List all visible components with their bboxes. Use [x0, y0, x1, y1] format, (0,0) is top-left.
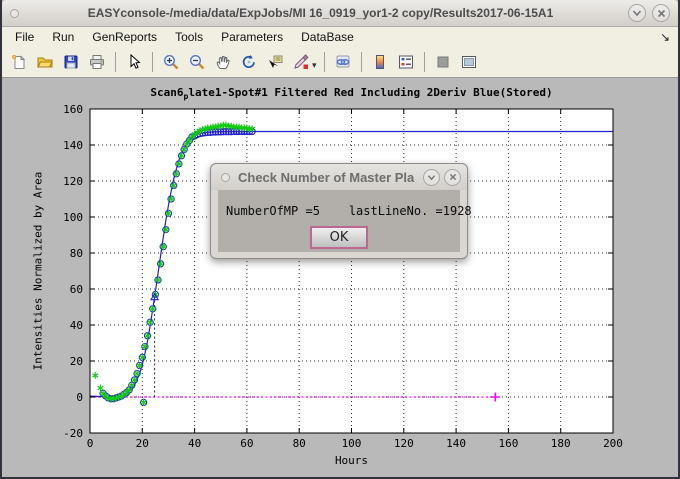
brush-data-button[interactable]	[289, 50, 313, 74]
brush-icon	[293, 54, 309, 70]
print-figure-button[interactable]	[85, 50, 109, 74]
toolbar-separator	[115, 52, 116, 72]
edit-plot-button[interactable]	[122, 50, 146, 74]
menu-tools[interactable]: Tools	[166, 28, 212, 46]
menubar: FileRunGenReportsToolsParametersDataBase…	[2, 27, 678, 47]
pan-button[interactable]	[211, 50, 235, 74]
dialog-title: Check Number of Master Pla	[238, 170, 419, 185]
dialog-shade-button[interactable]	[423, 169, 440, 186]
x-tick-label: 20	[136, 437, 149, 450]
save-icon	[63, 54, 79, 70]
x-axis-label: Hours	[90, 454, 613, 467]
y-axis-label: Intensities Normalized by Area	[32, 172, 45, 371]
dialog-window-menu-icon[interactable]	[221, 173, 230, 182]
brush-dropdown-caret-icon[interactable]: ▾	[312, 60, 317, 71]
close-icon	[657, 9, 666, 18]
y-tick-label: 80	[70, 247, 83, 260]
toolbar: ▾	[2, 47, 678, 78]
plot-title: Scan6plate1-Spot#1 Filtered Red Includin…	[90, 86, 613, 101]
show-plot-tools-button[interactable]	[457, 50, 481, 74]
hide-plot-tools-button[interactable]	[431, 50, 455, 74]
shade-button[interactable]	[628, 4, 646, 22]
window-title: EASYconsole-/media/data/ExpJobs/MI 16_09…	[19, 6, 622, 20]
plot-title-pre: Scan6	[150, 86, 183, 99]
x-tick-label: 160	[498, 437, 518, 450]
menu-run[interactable]: Run	[43, 28, 83, 46]
zoom-out-icon	[189, 54, 205, 70]
chevron-down-icon	[632, 9, 642, 17]
x-tick-label: 60	[240, 437, 253, 450]
link-icon	[335, 54, 351, 70]
x-tick-label: 120	[394, 437, 414, 450]
toolbar-separator	[361, 52, 362, 72]
show-plot-tools-icon	[461, 54, 477, 70]
x-tick-label: 80	[293, 437, 306, 450]
toolbar-separator	[424, 52, 425, 72]
titlebar[interactable]: EASYconsole-/media/data/ExpJobs/MI 16_09…	[2, 0, 678, 27]
dialog-message: NumberOfMP =5 lastLineNo. =1928	[226, 204, 472, 218]
insert-colorbar-button[interactable]	[368, 50, 392, 74]
rotate-3d-button[interactable]	[237, 50, 261, 74]
dialog-body: NumberOfMP =5 lastLineNo. =1928 OK	[218, 190, 460, 252]
zoom-in-button[interactable]	[159, 50, 183, 74]
y-tick-label: 20	[70, 355, 83, 368]
dock-arrow-icon[interactable]: ↘	[660, 30, 674, 44]
easyconsole-window: EASYconsole-/media/data/ExpJobs/MI 16_09…	[2, 0, 678, 477]
window-menu-icon[interactable]	[10, 9, 19, 18]
data-cursor-icon	[267, 54, 283, 70]
x-tick-label: 200	[603, 437, 623, 450]
y-tick-label: -20	[63, 427, 83, 440]
menu-parameters[interactable]: Parameters	[212, 28, 292, 46]
ok-button[interactable]: OK	[310, 226, 368, 249]
insert-legend-button[interactable]	[394, 50, 418, 74]
y-tick-label: 160	[63, 103, 83, 116]
menu-file[interactable]: File	[6, 28, 43, 46]
x-tick-label: 0	[87, 437, 94, 450]
x-tick-label: 140	[446, 437, 466, 450]
plot-canvas: 0 20 40 60 80 100 120 140 160 180 200 -20 0 20 40 60 80 1…	[2, 78, 678, 477]
save-figure-button[interactable]	[59, 50, 83, 74]
close-button[interactable]	[652, 4, 670, 22]
zoom-out-button[interactable]	[185, 50, 209, 74]
menu-genreports[interactable]: GenReports	[83, 28, 166, 46]
new-figure-button[interactable]	[7, 50, 31, 74]
y-tick-label: 100	[63, 211, 83, 224]
link-plot-button[interactable]	[331, 50, 355, 74]
dialog-check-number-of-master-plates: Check Number of Master Pla NumberOfMP =5…	[210, 163, 468, 259]
new-figure-icon	[11, 54, 27, 70]
menu-database[interactable]: DataBase	[292, 28, 363, 46]
y-tick-label: 40	[70, 319, 83, 332]
close-icon	[449, 173, 457, 181]
dialog-titlebar[interactable]: Check Number of Master Pla	[211, 164, 467, 190]
colorbar-icon	[372, 54, 388, 70]
chevron-down-icon	[427, 174, 436, 181]
pan-hand-icon	[215, 54, 231, 70]
plot-title-rest: late1-Spot#1 Filtered Red Including 2Der…	[188, 86, 552, 99]
y-tick-label: 140	[63, 139, 83, 152]
y-tick-label: 60	[70, 283, 83, 296]
toolbar-separator	[152, 52, 153, 72]
toolbar-separator	[324, 52, 325, 72]
legend-icon	[398, 54, 414, 70]
dialog-close-button[interactable]	[444, 169, 461, 186]
x-tick-label: 180	[551, 437, 571, 450]
rotate-3d-icon	[241, 54, 257, 70]
y-tick-label: 0	[76, 391, 83, 404]
edit-arrow-icon	[126, 54, 142, 70]
x-tick-label: 40	[188, 437, 201, 450]
zoom-in-icon	[163, 54, 179, 70]
figure-area: Scan6plate1-Spot#1 Filtered Red Includin…	[2, 78, 678, 477]
print-icon	[89, 54, 105, 70]
y-tick-label: 120	[63, 175, 83, 188]
open-folder-icon	[37, 54, 53, 70]
open-file-button[interactable]	[33, 50, 57, 74]
hide-plot-tools-icon	[435, 54, 451, 70]
data-cursor-button[interactable]	[263, 50, 287, 74]
x-tick-label: 100	[342, 437, 362, 450]
application-window: EASYconsole-/media/data/ExpJobs/MI 16_09…	[0, 0, 680, 479]
